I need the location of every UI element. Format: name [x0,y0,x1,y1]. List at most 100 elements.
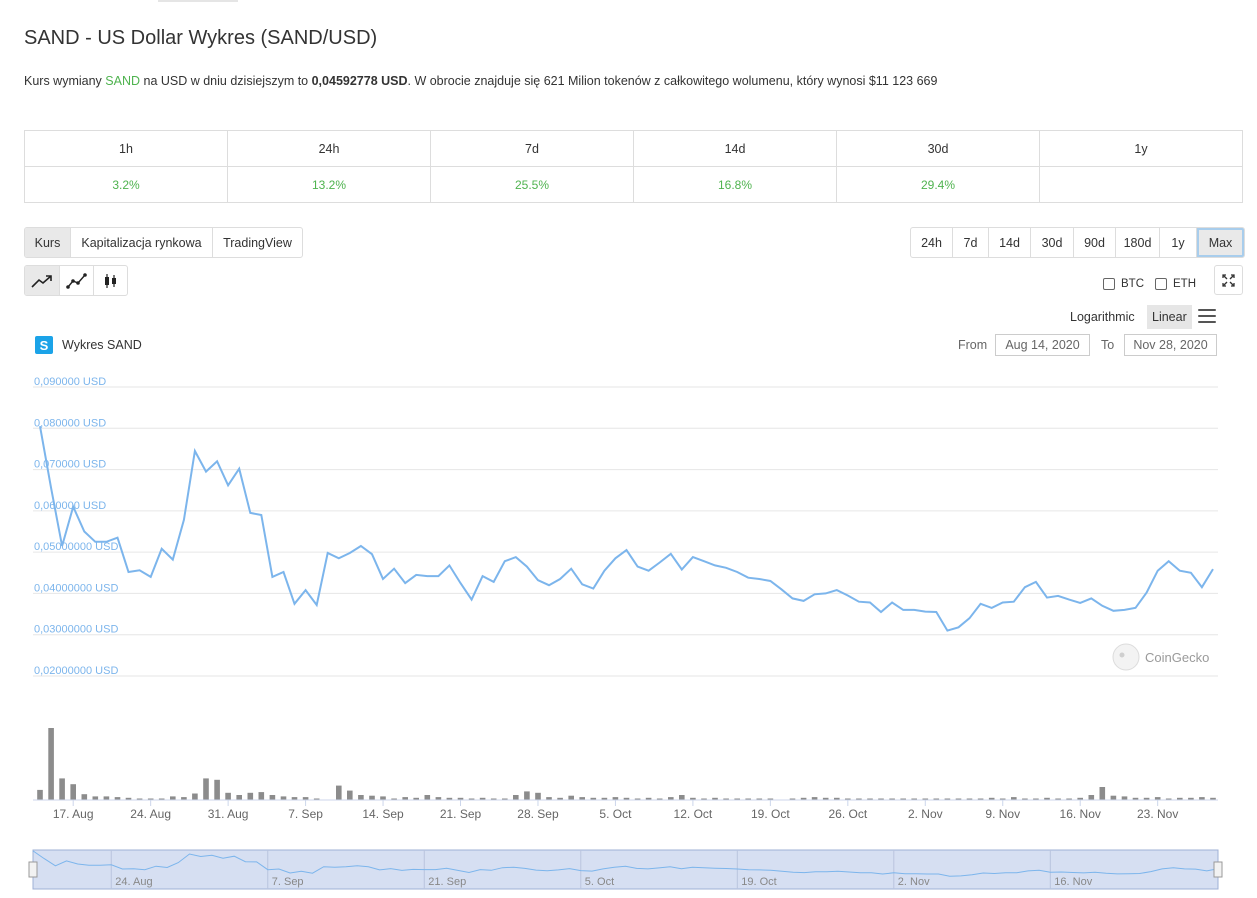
point-chart-button[interactable] [59,266,93,295]
volume-bar [712,797,718,800]
range-30d[interactable]: 30d [1030,228,1073,257]
volume-bar [402,797,408,800]
coin-link[interactable]: SAND [105,74,140,88]
tab-tradingview[interactable]: TradingView [212,228,302,257]
price-series-line [39,426,1214,632]
volume-bar [867,798,873,800]
tab-market-cap[interactable]: Kapitalizacja rynkowa [70,228,212,257]
to-date-input[interactable]: Nov 28, 2020 [1124,334,1217,356]
grid-lines [33,386,1218,677]
volume-bar [911,798,917,800]
coingecko-logo-icon [1112,643,1140,671]
compare-btc[interactable]: BTC [1103,278,1144,290]
btc-checkbox[interactable] [1103,278,1115,290]
range-24h[interactable]: 24h [911,228,952,257]
range-max[interactable]: Max [1196,228,1244,257]
chart-menu-icon[interactable] [1198,309,1216,323]
volume-bar [369,795,375,800]
volume-bar [1165,798,1172,800]
chart-legend-label: S Wykres SAND [35,336,142,354]
volume-bar [568,795,574,800]
volume-bar [745,798,751,800]
volume-bar [181,797,187,800]
perf-value-1y [1039,166,1243,203]
navigator: 24. Aug 7. Sep 21. Sep 5. Oct 19. Oct 2. Nov 1… [28,849,1223,890]
range-14d[interactable]: 14d [988,228,1030,257]
volume-bar [524,791,530,800]
volume-bar [679,795,685,800]
page-title: SAND - US Dollar Wykres (SAND/USD) [24,27,378,49]
coingecko-text: CoinGecko [1145,650,1209,665]
eth-label: ETH [1173,278,1196,290]
volume-bar [734,798,740,800]
from-date-input[interactable]: Aug 14, 2020 [995,334,1090,356]
volume-bar [1121,796,1128,800]
volume-bar [291,797,298,800]
x-tick-label: 24. Aug [130,807,171,821]
fullscreen-button[interactable] [1214,265,1243,295]
x-tick-label: 14. Sep [362,807,404,821]
volume-bar [468,798,475,800]
volume-bar [136,798,143,800]
volume-bar [1199,797,1205,800]
volume-bar [1066,798,1072,800]
volume-bar [114,797,121,800]
volume-bar [490,798,497,800]
navigator-handle-right[interactable] [1213,861,1223,878]
range-7d[interactable]: 7d [952,228,988,257]
range-180d[interactable]: 180d [1115,228,1159,257]
from-label: From [958,338,988,352]
x-tick-label: 19. Oct [751,807,790,821]
volume-bar [889,798,895,800]
perf-header-7d: 7d [430,130,634,167]
volume-bar [81,794,88,800]
tab-kurs[interactable]: Kurs [25,228,70,257]
volume-bar [358,795,364,800]
volume-bar [258,792,265,800]
volume-bar [1044,797,1050,800]
eth-checkbox[interactable] [1155,278,1167,290]
volume-bar [92,796,99,800]
volume-bar [701,798,707,800]
navigator-grid [110,850,1051,889]
line-chart-button[interactable] [25,266,59,295]
volume-bar [856,798,862,800]
range-1y[interactable]: 1y [1159,228,1196,257]
volume-bar [944,798,951,800]
volume-bar [225,792,231,800]
volume-bar [1177,797,1183,800]
volume-bar [811,797,818,800]
range-90d[interactable]: 90d [1073,228,1115,257]
volume-bar [656,798,663,800]
x-tick-label: 17. Aug [53,807,94,821]
y-tick-label: 0,03000000 USD [34,624,118,636]
volume-bar [313,798,320,800]
volume-bar [1110,795,1117,800]
volume-bar [933,798,940,800]
volume-bar [723,798,729,800]
volume-bar [59,778,65,800]
y-tick-label: 0,060000 USD [34,500,106,512]
volume-bar [236,795,242,800]
volume-bar [590,797,597,800]
volume-bar [247,792,254,800]
navigator-series-line [32,850,1219,877]
x-tick-label: 26. Oct [828,807,867,821]
volume-bar [1188,797,1194,800]
volume-bar [1132,797,1139,800]
y-axis-labels: 0,02000000 USD 0,03000000 USD 0,04000000 U… [34,376,118,677]
compare-eth[interactable]: ETH [1155,278,1196,290]
navigator-handle-left[interactable] [28,861,38,878]
volume-bar [203,778,209,800]
x-tick-label: 31. Aug [208,807,249,821]
x-tick-label: 21. Sep [440,807,482,821]
logarithmic-button[interactable]: Logarithmic [1066,305,1139,329]
volume-bar [1099,787,1106,800]
linear-button[interactable]: Linear [1147,305,1192,329]
navigator-label: 2. Nov [898,876,930,888]
candlestick-button[interactable] [93,266,127,295]
x-tick-label: 5. Oct [599,807,632,821]
navigator-selection[interactable] [32,849,1219,890]
navigator-label: 7. Sep [272,876,304,888]
volume-bar [502,798,508,800]
